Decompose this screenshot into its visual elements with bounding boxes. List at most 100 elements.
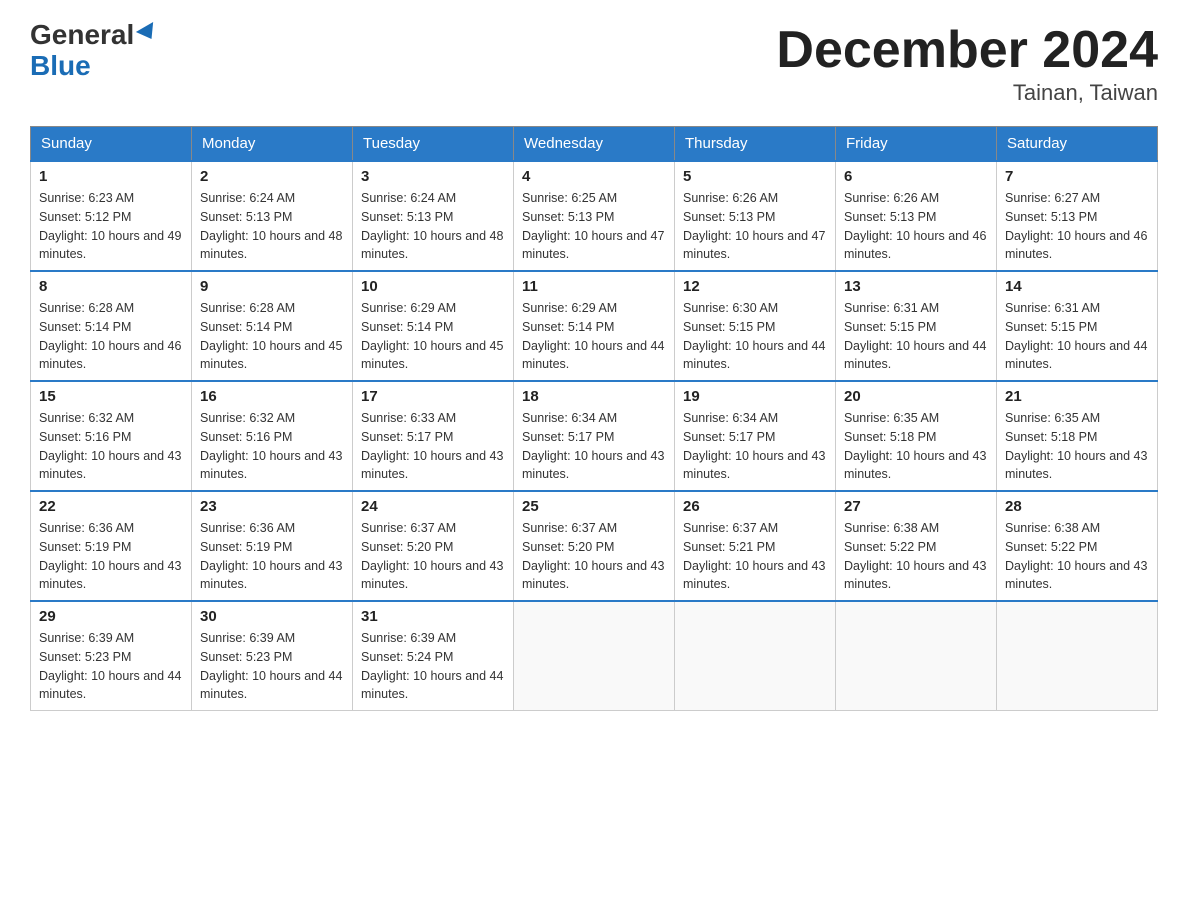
day-info: Sunrise: 6:26 AM Sunset: 5:13 PM Dayligh… xyxy=(683,189,827,264)
day-number: 29 xyxy=(39,608,183,625)
table-row: 5 Sunrise: 6:26 AM Sunset: 5:13 PM Dayli… xyxy=(675,161,836,271)
logo-blue-text: Blue xyxy=(30,51,158,82)
day-number: 18 xyxy=(522,388,666,405)
calendar-week-row: 22 Sunrise: 6:36 AM Sunset: 5:19 PM Dayl… xyxy=(31,491,1158,601)
day-info: Sunrise: 6:24 AM Sunset: 5:13 PM Dayligh… xyxy=(361,189,505,264)
table-row: 16 Sunrise: 6:32 AM Sunset: 5:16 PM Dayl… xyxy=(192,381,353,491)
day-number: 27 xyxy=(844,498,988,515)
table-row xyxy=(675,601,836,711)
day-number: 17 xyxy=(361,388,505,405)
day-info: Sunrise: 6:28 AM Sunset: 5:14 PM Dayligh… xyxy=(39,299,183,374)
day-number: 15 xyxy=(39,388,183,405)
day-number: 16 xyxy=(200,388,344,405)
day-number: 25 xyxy=(522,498,666,515)
table-row: 28 Sunrise: 6:38 AM Sunset: 5:22 PM Dayl… xyxy=(997,491,1158,601)
day-info: Sunrise: 6:29 AM Sunset: 5:14 PM Dayligh… xyxy=(361,299,505,374)
day-info: Sunrise: 6:38 AM Sunset: 5:22 PM Dayligh… xyxy=(1005,519,1149,594)
table-row: 4 Sunrise: 6:25 AM Sunset: 5:13 PM Dayli… xyxy=(514,161,675,271)
day-info: Sunrise: 6:35 AM Sunset: 5:18 PM Dayligh… xyxy=(844,409,988,484)
table-row: 11 Sunrise: 6:29 AM Sunset: 5:14 PM Dayl… xyxy=(514,271,675,381)
table-row: 19 Sunrise: 6:34 AM Sunset: 5:17 PM Dayl… xyxy=(675,381,836,491)
day-number: 26 xyxy=(683,498,827,515)
day-number: 11 xyxy=(522,278,666,295)
day-number: 2 xyxy=(200,168,344,185)
col-monday: Monday xyxy=(192,127,353,162)
col-saturday: Saturday xyxy=(997,127,1158,162)
table-row: 6 Sunrise: 6:26 AM Sunset: 5:13 PM Dayli… xyxy=(836,161,997,271)
title-section: December 2024 Tainan, Taiwan xyxy=(776,20,1158,106)
day-info: Sunrise: 6:34 AM Sunset: 5:17 PM Dayligh… xyxy=(522,409,666,484)
day-info: Sunrise: 6:35 AM Sunset: 5:18 PM Dayligh… xyxy=(1005,409,1149,484)
table-row: 8 Sunrise: 6:28 AM Sunset: 5:14 PM Dayli… xyxy=(31,271,192,381)
table-row: 2 Sunrise: 6:24 AM Sunset: 5:13 PM Dayli… xyxy=(192,161,353,271)
day-number: 22 xyxy=(39,498,183,515)
table-row: 10 Sunrise: 6:29 AM Sunset: 5:14 PM Dayl… xyxy=(353,271,514,381)
day-number: 10 xyxy=(361,278,505,295)
day-number: 23 xyxy=(200,498,344,515)
table-row: 30 Sunrise: 6:39 AM Sunset: 5:23 PM Dayl… xyxy=(192,601,353,711)
table-row: 22 Sunrise: 6:36 AM Sunset: 5:19 PM Dayl… xyxy=(31,491,192,601)
day-info: Sunrise: 6:24 AM Sunset: 5:13 PM Dayligh… xyxy=(200,189,344,264)
table-row: 31 Sunrise: 6:39 AM Sunset: 5:24 PM Dayl… xyxy=(353,601,514,711)
day-number: 28 xyxy=(1005,498,1149,515)
table-row: 29 Sunrise: 6:39 AM Sunset: 5:23 PM Dayl… xyxy=(31,601,192,711)
day-info: Sunrise: 6:39 AM Sunset: 5:23 PM Dayligh… xyxy=(200,629,344,704)
day-number: 21 xyxy=(1005,388,1149,405)
day-number: 9 xyxy=(200,278,344,295)
day-info: Sunrise: 6:39 AM Sunset: 5:24 PM Dayligh… xyxy=(361,629,505,704)
day-info: Sunrise: 6:34 AM Sunset: 5:17 PM Dayligh… xyxy=(683,409,827,484)
calendar-table: Sunday Monday Tuesday Wednesday Thursday… xyxy=(30,126,1158,711)
calendar-header-row: Sunday Monday Tuesday Wednesday Thursday… xyxy=(31,127,1158,162)
table-row: 13 Sunrise: 6:31 AM Sunset: 5:15 PM Dayl… xyxy=(836,271,997,381)
day-info: Sunrise: 6:26 AM Sunset: 5:13 PM Dayligh… xyxy=(844,189,988,264)
table-row: 26 Sunrise: 6:37 AM Sunset: 5:21 PM Dayl… xyxy=(675,491,836,601)
day-number: 5 xyxy=(683,168,827,185)
table-row xyxy=(997,601,1158,711)
table-row: 21 Sunrise: 6:35 AM Sunset: 5:18 PM Dayl… xyxy=(997,381,1158,491)
calendar-week-row: 29 Sunrise: 6:39 AM Sunset: 5:23 PM Dayl… xyxy=(31,601,1158,711)
day-number: 1 xyxy=(39,168,183,185)
day-info: Sunrise: 6:33 AM Sunset: 5:17 PM Dayligh… xyxy=(361,409,505,484)
table-row: 25 Sunrise: 6:37 AM Sunset: 5:20 PM Dayl… xyxy=(514,491,675,601)
table-row: 12 Sunrise: 6:30 AM Sunset: 5:15 PM Dayl… xyxy=(675,271,836,381)
table-row: 17 Sunrise: 6:33 AM Sunset: 5:17 PM Dayl… xyxy=(353,381,514,491)
day-info: Sunrise: 6:37 AM Sunset: 5:20 PM Dayligh… xyxy=(361,519,505,594)
table-row: 23 Sunrise: 6:36 AM Sunset: 5:19 PM Dayl… xyxy=(192,491,353,601)
day-info: Sunrise: 6:36 AM Sunset: 5:19 PM Dayligh… xyxy=(200,519,344,594)
table-row: 18 Sunrise: 6:34 AM Sunset: 5:17 PM Dayl… xyxy=(514,381,675,491)
table-row: 15 Sunrise: 6:32 AM Sunset: 5:16 PM Dayl… xyxy=(31,381,192,491)
day-number: 14 xyxy=(1005,278,1149,295)
day-number: 20 xyxy=(844,388,988,405)
day-info: Sunrise: 6:31 AM Sunset: 5:15 PM Dayligh… xyxy=(1005,299,1149,374)
day-number: 19 xyxy=(683,388,827,405)
day-info: Sunrise: 6:32 AM Sunset: 5:16 PM Dayligh… xyxy=(39,409,183,484)
col-sunday: Sunday xyxy=(31,127,192,162)
day-number: 13 xyxy=(844,278,988,295)
table-row: 1 Sunrise: 6:23 AM Sunset: 5:12 PM Dayli… xyxy=(31,161,192,271)
day-info: Sunrise: 6:27 AM Sunset: 5:13 PM Dayligh… xyxy=(1005,189,1149,264)
day-info: Sunrise: 6:31 AM Sunset: 5:15 PM Dayligh… xyxy=(844,299,988,374)
day-info: Sunrise: 6:32 AM Sunset: 5:16 PM Dayligh… xyxy=(200,409,344,484)
calendar-week-row: 1 Sunrise: 6:23 AM Sunset: 5:12 PM Dayli… xyxy=(31,161,1158,271)
day-info: Sunrise: 6:38 AM Sunset: 5:22 PM Dayligh… xyxy=(844,519,988,594)
col-thursday: Thursday xyxy=(675,127,836,162)
page-header: General Blue December 2024 Tainan, Taiwa… xyxy=(30,20,1158,106)
day-info: Sunrise: 6:36 AM Sunset: 5:19 PM Dayligh… xyxy=(39,519,183,594)
day-info: Sunrise: 6:30 AM Sunset: 5:15 PM Dayligh… xyxy=(683,299,827,374)
day-number: 8 xyxy=(39,278,183,295)
table-row: 24 Sunrise: 6:37 AM Sunset: 5:20 PM Dayl… xyxy=(353,491,514,601)
col-wednesday: Wednesday xyxy=(514,127,675,162)
calendar-week-row: 8 Sunrise: 6:28 AM Sunset: 5:14 PM Dayli… xyxy=(31,271,1158,381)
location: Tainan, Taiwan xyxy=(776,80,1158,106)
day-number: 12 xyxy=(683,278,827,295)
month-title: December 2024 xyxy=(776,20,1158,80)
day-info: Sunrise: 6:37 AM Sunset: 5:20 PM Dayligh… xyxy=(522,519,666,594)
table-row xyxy=(514,601,675,711)
logo: General Blue xyxy=(30,20,158,82)
table-row: 14 Sunrise: 6:31 AM Sunset: 5:15 PM Dayl… xyxy=(997,271,1158,381)
day-info: Sunrise: 6:25 AM Sunset: 5:13 PM Dayligh… xyxy=(522,189,666,264)
col-tuesday: Tuesday xyxy=(353,127,514,162)
logo-triangle-icon xyxy=(136,22,160,44)
day-info: Sunrise: 6:29 AM Sunset: 5:14 PM Dayligh… xyxy=(522,299,666,374)
table-row: 3 Sunrise: 6:24 AM Sunset: 5:13 PM Dayli… xyxy=(353,161,514,271)
